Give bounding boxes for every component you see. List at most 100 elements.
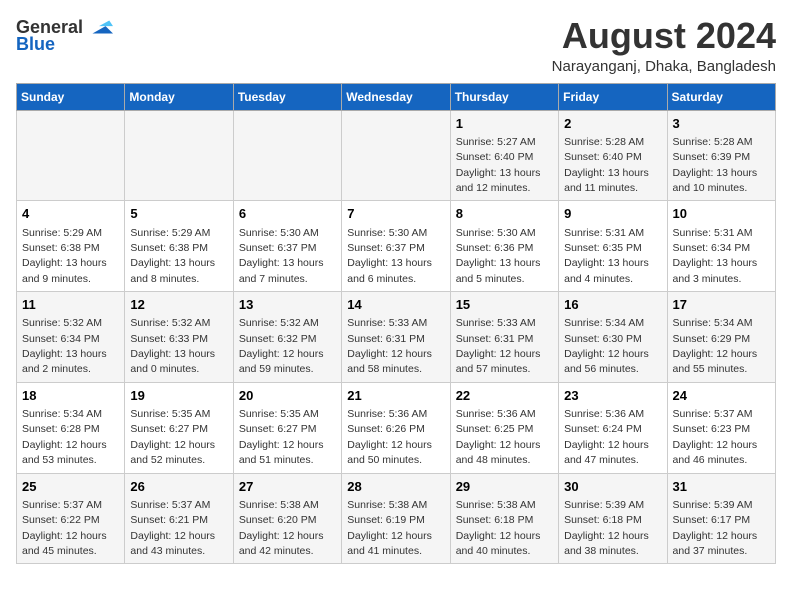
day-number: 10 <box>673 205 770 223</box>
calendar-cell: 22Sunrise: 5:36 AM Sunset: 6:25 PM Dayli… <box>450 382 558 473</box>
day-info: Sunrise: 5:27 AM Sunset: 6:40 PM Dayligh… <box>456 136 541 194</box>
day-number: 2 <box>564 115 661 133</box>
calendar-cell: 6 Sunrise: 5:30 AM Sunset: 6:37 PM Daylig… <box>233 201 341 292</box>
day-number: 26 <box>130 478 227 496</box>
header: General Blue August 2024 Narayanganj, Dh… <box>16 16 776 75</box>
day-info: Sunrise: 5:38 AM Sunset: 6:20 PM Dayligh… <box>239 499 324 557</box>
day-info: Sunrise: 5:29 AM Sunset: 6:38 PM Dayligh… <box>130 227 215 285</box>
day-number: 18 <box>22 387 119 405</box>
day-number: 13 <box>239 296 336 314</box>
calendar-cell: 3Sunrise: 5:28 AM Sunset: 6:39 PM Daylig… <box>667 110 775 201</box>
day-number: 27 <box>239 478 336 496</box>
calendar-cell: 23 Sunrise: 5:36 AM Sunset: 6:24 PM Dayli… <box>559 382 667 473</box>
day-number: 25 <box>22 478 119 496</box>
calendar-cell: 2 Sunrise: 5:28 AM Sunset: 6:40 PM Daylig… <box>559 110 667 201</box>
day-number: 1 <box>456 115 553 133</box>
weekday-header-saturday: Saturday <box>667 83 775 110</box>
weekday-header-monday: Monday <box>125 83 233 110</box>
calendar-week-row: 18 Sunrise: 5:34 AM Sunset: 6:28 PM Dayli… <box>17 382 776 473</box>
calendar-cell: 10 Sunrise: 5:31 AM Sunset: 6:34 PM Dayli… <box>667 201 775 292</box>
day-info: Sunrise: 5:31 AM Sunset: 6:34 PM Dayligh… <box>673 227 758 285</box>
calendar-week-row: 1 Sunrise: 5:27 AM Sunset: 6:40 PM Daylig… <box>17 110 776 201</box>
day-info: Sunrise: 5:34 AM Sunset: 6:30 PM Dayligh… <box>564 317 649 375</box>
day-number: 3 <box>673 115 770 133</box>
day-number: 4 <box>22 205 119 223</box>
weekday-header-thursday: Thursday <box>450 83 558 110</box>
weekday-header-sunday: Sunday <box>17 83 125 110</box>
calendar-cell: 17 Sunrise: 5:34 AM Sunset: 6:29 PM Dayli… <box>667 292 775 383</box>
weekday-header-friday: Friday <box>559 83 667 110</box>
day-info: Sunrise: 5:30 AM Sunset: 6:36 PM Dayligh… <box>456 227 541 285</box>
day-number: 23 <box>564 387 661 405</box>
day-number: 11 <box>22 296 119 314</box>
day-info: Sunrise: 5:29 AM Sunset: 6:38 PM Dayligh… <box>22 227 107 285</box>
day-number: 17 <box>673 296 770 314</box>
calendar-cell: 11Sunrise: 5:32 AM Sunset: 6:34 PM Dayli… <box>17 292 125 383</box>
day-number: 14 <box>347 296 444 314</box>
day-number: 24 <box>673 387 770 405</box>
calendar-cell: 19Sunrise: 5:35 AM Sunset: 6:27 PM Dayli… <box>125 382 233 473</box>
calendar-table: SundayMondayTuesdayWednesdayThursdayFrid… <box>16 83 776 565</box>
calendar-cell: 24 Sunrise: 5:37 AM Sunset: 6:23 PM Dayli… <box>667 382 775 473</box>
logo-blue: Blue <box>16 34 55 55</box>
calendar-cell: 18 Sunrise: 5:34 AM Sunset: 6:28 PM Dayli… <box>17 382 125 473</box>
calendar-week-row: 4 Sunrise: 5:29 AM Sunset: 6:38 PM Daylig… <box>17 201 776 292</box>
calendar-cell <box>342 110 450 201</box>
day-info: Sunrise: 5:34 AM Sunset: 6:29 PM Dayligh… <box>673 317 758 375</box>
calendar-cell: 27 Sunrise: 5:38 AM Sunset: 6:20 PM Dayli… <box>233 473 341 564</box>
weekday-header-row: SundayMondayTuesdayWednesdayThursdayFrid… <box>17 83 776 110</box>
day-number: 6 <box>239 205 336 223</box>
day-info: Sunrise: 5:34 AM Sunset: 6:28 PM Dayligh… <box>22 408 107 466</box>
calendar-cell: 16 Sunrise: 5:34 AM Sunset: 6:30 PM Dayli… <box>559 292 667 383</box>
day-info: Sunrise: 5:35 AM Sunset: 6:27 PM Dayligh… <box>239 408 324 466</box>
day-number: 20 <box>239 387 336 405</box>
day-number: 15 <box>456 296 553 314</box>
day-info: Sunrise: 5:31 AM Sunset: 6:35 PM Dayligh… <box>564 227 649 285</box>
day-info: Sunrise: 5:39 AM Sunset: 6:18 PM Dayligh… <box>564 499 649 557</box>
weekday-header-wednesday: Wednesday <box>342 83 450 110</box>
calendar-cell: 28 Sunrise: 5:38 AM Sunset: 6:19 PM Dayli… <box>342 473 450 564</box>
day-info: Sunrise: 5:33 AM Sunset: 6:31 PM Dayligh… <box>456 317 541 375</box>
calendar-cell: 31Sunrise: 5:39 AM Sunset: 6:17 PM Dayli… <box>667 473 775 564</box>
calendar-cell: 30 Sunrise: 5:39 AM Sunset: 6:18 PM Dayli… <box>559 473 667 564</box>
calendar-cell: 7Sunrise: 5:30 AM Sunset: 6:37 PM Daylig… <box>342 201 450 292</box>
calendar-cell: 8 Sunrise: 5:30 AM Sunset: 6:36 PM Daylig… <box>450 201 558 292</box>
day-number: 22 <box>456 387 553 405</box>
calendar-cell <box>17 110 125 201</box>
calendar-cell: 13 Sunrise: 5:32 AM Sunset: 6:32 PM Dayli… <box>233 292 341 383</box>
calendar-cell <box>233 110 341 201</box>
day-number: 5 <box>130 205 227 223</box>
day-number: 28 <box>347 478 444 496</box>
day-info: Sunrise: 5:33 AM Sunset: 6:31 PM Dayligh… <box>347 317 432 375</box>
day-info: Sunrise: 5:38 AM Sunset: 6:19 PM Dayligh… <box>347 499 432 557</box>
day-info: Sunrise: 5:37 AM Sunset: 6:23 PM Dayligh… <box>673 408 758 466</box>
calendar-cell: 21 Sunrise: 5:36 AM Sunset: 6:26 PM Dayli… <box>342 382 450 473</box>
calendar-cell <box>125 110 233 201</box>
calendar-cell: 20 Sunrise: 5:35 AM Sunset: 6:27 PM Dayli… <box>233 382 341 473</box>
calendar-cell: 1 Sunrise: 5:27 AM Sunset: 6:40 PM Daylig… <box>450 110 558 201</box>
calendar-cell: 5 Sunrise: 5:29 AM Sunset: 6:38 PM Daylig… <box>125 201 233 292</box>
day-number: 8 <box>456 205 553 223</box>
day-info: Sunrise: 5:35 AM Sunset: 6:27 PM Dayligh… <box>130 408 215 466</box>
day-info: Sunrise: 5:32 AM Sunset: 6:32 PM Dayligh… <box>239 317 324 375</box>
calendar-cell: 25Sunrise: 5:37 AM Sunset: 6:22 PM Dayli… <box>17 473 125 564</box>
logo: General Blue <box>16 16 113 55</box>
day-number: 16 <box>564 296 661 314</box>
calendar-cell: 4 Sunrise: 5:29 AM Sunset: 6:38 PM Daylig… <box>17 201 125 292</box>
day-info: Sunrise: 5:36 AM Sunset: 6:26 PM Dayligh… <box>347 408 432 466</box>
day-number: 9 <box>564 205 661 223</box>
day-number: 30 <box>564 478 661 496</box>
calendar-cell: 12Sunrise: 5:32 AM Sunset: 6:33 PM Dayli… <box>125 292 233 383</box>
calendar-cell: 14 Sunrise: 5:33 AM Sunset: 6:31 PM Dayli… <box>342 292 450 383</box>
calendar-cell: 26Sunrise: 5:37 AM Sunset: 6:21 PM Dayli… <box>125 473 233 564</box>
day-number: 21 <box>347 387 444 405</box>
day-info: Sunrise: 5:28 AM Sunset: 6:40 PM Dayligh… <box>564 136 649 194</box>
day-info: Sunrise: 5:38 AM Sunset: 6:18 PM Dayligh… <box>456 499 541 557</box>
logo-icon <box>85 16 113 38</box>
calendar-cell: 15 Sunrise: 5:33 AM Sunset: 6:31 PM Dayli… <box>450 292 558 383</box>
day-info: Sunrise: 5:30 AM Sunset: 6:37 PM Dayligh… <box>239 227 324 285</box>
day-info: Sunrise: 5:36 AM Sunset: 6:24 PM Dayligh… <box>564 408 649 466</box>
calendar-week-row: 11Sunrise: 5:32 AM Sunset: 6:34 PM Dayli… <box>17 292 776 383</box>
weekday-header-tuesday: Tuesday <box>233 83 341 110</box>
calendar-cell: 29Sunrise: 5:38 AM Sunset: 6:18 PM Dayli… <box>450 473 558 564</box>
